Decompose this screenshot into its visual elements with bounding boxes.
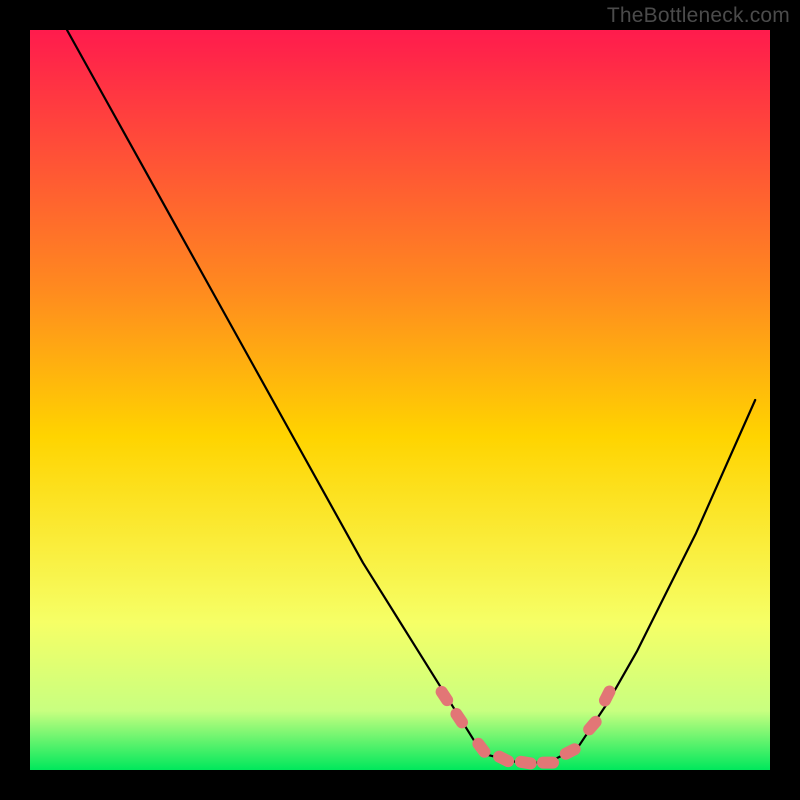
chart-stage: { "watermark": "TheBottleneck.com", "col…: [0, 0, 800, 800]
watermark-text: TheBottleneck.com: [607, 4, 790, 28]
bottleneck-chart: [0, 0, 800, 800]
plot-background: [30, 30, 770, 770]
valley-marker: [537, 757, 559, 769]
